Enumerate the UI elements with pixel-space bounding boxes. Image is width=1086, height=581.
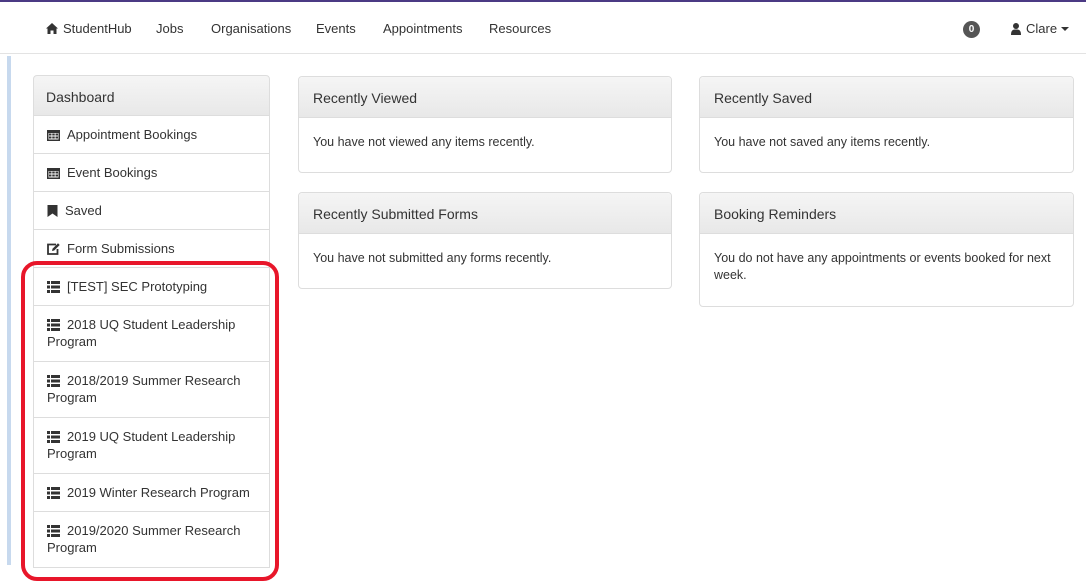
nav-item-jobs[interactable]: Jobs xyxy=(156,21,183,37)
nav-item-organisations[interactable]: Organisations xyxy=(211,21,291,37)
recently-viewed-panel: Recently Viewed You have not viewed any … xyxy=(298,76,672,173)
sidebar-item-appointment-bookings[interactable]: Appointment Bookings xyxy=(33,116,270,154)
user-menu-toggle[interactable]: Clare xyxy=(1011,21,1070,37)
list-icon xyxy=(47,319,60,331)
dashboard-sidebar: Dashboard Appointment Bookings Event Boo… xyxy=(33,75,270,568)
sidebar-item-label: Event Bookings xyxy=(67,165,158,180)
sidebar-item-event-bookings[interactable]: Event Bookings xyxy=(33,154,270,192)
notification-badge[interactable]: 0 xyxy=(963,21,980,38)
bookmark-icon xyxy=(47,205,58,217)
sidebar-item-label: 2018/2019 Summer Research Program xyxy=(47,373,241,405)
edit-icon xyxy=(47,243,60,255)
list-icon xyxy=(47,431,60,443)
sidebar-item-2019-uq-student-leadership[interactable]: 2019 UQ Student Leadership Program xyxy=(33,418,270,474)
sidebar-item-label: 2018 UQ Student Leadership Program xyxy=(47,317,236,349)
panel-body: You have not viewed any items recently. xyxy=(313,135,535,149)
top-navbar: StudentHub Jobs Organisations Events App… xyxy=(0,2,1086,54)
calendar-icon xyxy=(47,130,60,141)
panel-title: Booking Reminders xyxy=(700,193,1073,234)
list-icon xyxy=(47,281,60,293)
sidebar-item-2018-uq-student-leadership[interactable]: 2018 UQ Student Leadership Program xyxy=(33,306,270,362)
sidebar-item-test-sec-prototyping[interactable]: [TEST] SEC Prototyping xyxy=(33,268,270,306)
list-icon xyxy=(47,525,60,537)
sidebar-item-2019-winter-research[interactable]: 2019 Winter Research Program xyxy=(33,474,270,512)
sidebar-item-label: 2019/2020 Summer Research Program xyxy=(47,523,241,555)
nav-brand-studenthub[interactable]: StudentHub xyxy=(46,21,132,37)
panel-body: You have not submitted any forms recentl… xyxy=(313,251,552,265)
sidebar-item-label: Appointment Bookings xyxy=(67,127,198,142)
chevron-down-icon xyxy=(1061,27,1070,31)
recently-saved-panel: Recently Saved You have not saved any it… xyxy=(699,76,1074,173)
panel-title: Recently Submitted Forms xyxy=(299,193,671,234)
list-icon xyxy=(47,375,60,387)
nav-item-events[interactable]: Events xyxy=(316,21,356,37)
booking-reminders-panel: Booking Reminders You do not have any ap… xyxy=(699,192,1074,307)
sidebar-item-label: Form Submissions xyxy=(67,241,175,256)
sidebar-item-saved[interactable]: Saved xyxy=(33,192,270,230)
list-icon xyxy=(47,487,60,499)
user-icon xyxy=(1011,23,1021,35)
panel-title: Recently Viewed xyxy=(299,77,671,118)
sidebar-item-label: Saved xyxy=(65,203,102,218)
panel-title: Recently Saved xyxy=(700,77,1073,118)
window-left-edge xyxy=(7,56,11,565)
sidebar-item-label: [TEST] SEC Prototyping xyxy=(67,279,208,294)
sidebar-item-2019-2020-summer-research[interactable]: 2019/2020 Summer Research Program xyxy=(33,512,270,568)
sidebar-item-label: 2019 Winter Research Program xyxy=(67,485,250,500)
calendar-icon xyxy=(47,168,60,179)
panel-body: You have not saved any items recently. xyxy=(714,135,931,149)
sidebar-header: Dashboard xyxy=(33,75,270,116)
nav-item-resources[interactable]: Resources xyxy=(489,21,551,37)
recently-submitted-forms-panel: Recently Submitted Forms You have not su… xyxy=(298,192,672,289)
sidebar-item-form-submissions[interactable]: Form Submissions xyxy=(33,230,270,268)
nav-brand-label: StudentHub xyxy=(63,21,132,36)
user-name: Clare xyxy=(1026,21,1058,36)
sidebar-item-label: 2019 UQ Student Leadership Program xyxy=(47,429,236,461)
nav-item-appointments[interactable]: Appointments xyxy=(383,21,463,37)
panel-body: You do not have any appointments or even… xyxy=(714,251,1051,282)
sidebar-item-2018-2019-summer-research[interactable]: 2018/2019 Summer Research Program xyxy=(33,362,270,418)
home-icon xyxy=(46,23,58,34)
